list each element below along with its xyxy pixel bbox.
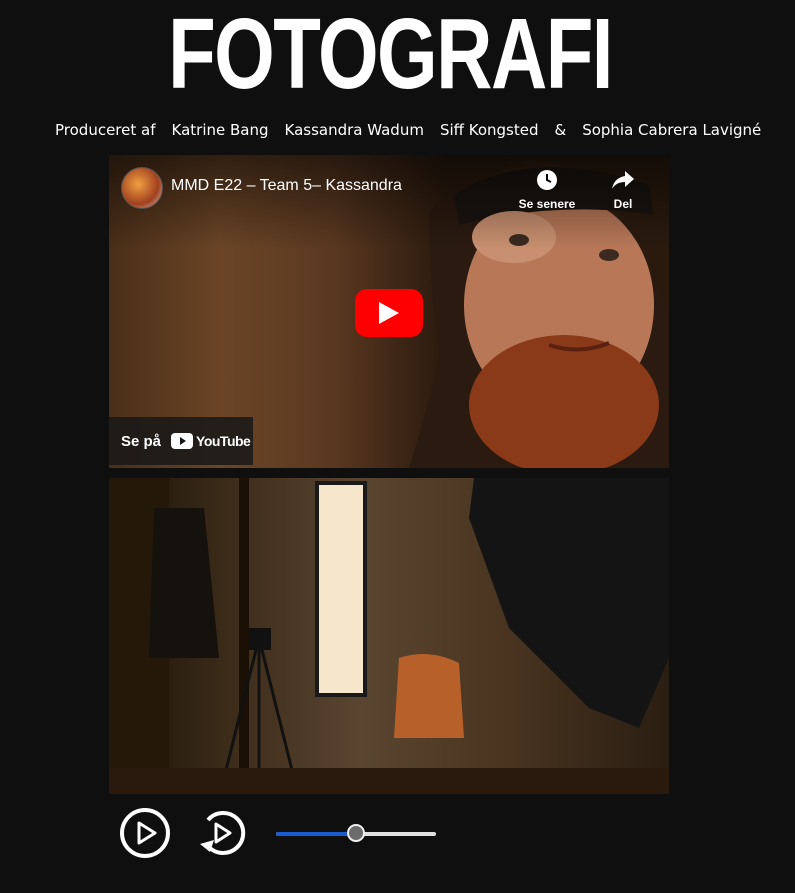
credit-name: Sophia Cabrera Lavigné [582, 121, 762, 139]
studio-photo [109, 478, 669, 794]
credits-line: Produceret af Katrine Bang Kassandra Wad… [55, 119, 777, 141]
credit-name: Siff Kongsted [439, 121, 539, 139]
watch-later-label: Se senere [518, 197, 576, 211]
slider-thumb[interactable] [347, 824, 365, 842]
youtube-embed[interactable]: MMD E22 – Team 5– Kassandra Se senere De… [109, 155, 669, 468]
youtube-logo-icon: YouTube [171, 433, 251, 449]
credit-name: Katrine Bang [171, 121, 269, 139]
volume-slider[interactable] [276, 824, 436, 842]
credits-ampersand: & [554, 121, 567, 139]
share-label: Del [613, 197, 633, 211]
youtube-play-button[interactable] [355, 289, 423, 337]
page-title: FOTOGRAFI [168, 0, 613, 110]
video-title[interactable]: MMD E22 – Team 5– Kassandra [171, 175, 402, 197]
play-triangle-icon [379, 302, 399, 324]
replay-button[interactable] [194, 806, 248, 860]
channel-avatar[interactable] [121, 167, 163, 209]
watch-later-button[interactable]: Se senere [515, 167, 579, 211]
replay-icon [200, 811, 246, 855]
watch-on-label: Se på [121, 432, 162, 450]
play-button[interactable] [118, 806, 172, 860]
clock-icon [515, 167, 579, 193]
credit-name: Kassandra Wadum [284, 121, 424, 139]
watch-on-youtube-link[interactable]: Se på YouTube [109, 417, 253, 465]
play-icon [120, 808, 170, 858]
slider-fill [276, 832, 356, 836]
player-controls [118, 806, 448, 862]
credits-intro: Produceret af [55, 121, 156, 139]
share-button[interactable]: Del [591, 167, 655, 211]
youtube-wordmark: YouTube [196, 433, 251, 449]
share-icon [591, 167, 655, 193]
